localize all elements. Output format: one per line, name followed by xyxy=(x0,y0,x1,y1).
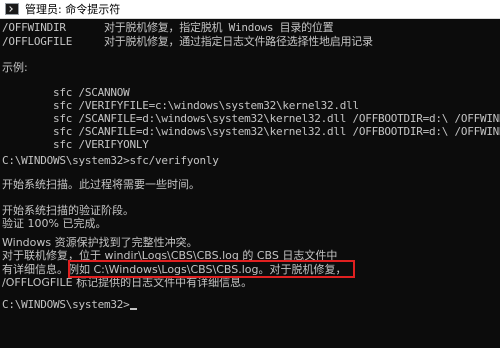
highlight-annotation xyxy=(68,260,355,278)
text-cursor xyxy=(130,308,138,310)
console-line: 开始系统扫描的验证阶段。 xyxy=(2,204,134,217)
console-line: C:\WINDOWS\system32>sfc/verifyonly xyxy=(2,154,219,167)
console-line: 示例: xyxy=(2,61,28,74)
window-title: 管理员: 命令提示符 xyxy=(25,3,121,16)
console-line: sfc /VERIFYONLY xyxy=(2,138,149,151)
console-line: Windows 资源保护找到了完整性冲突。 xyxy=(2,236,198,249)
console-line: sfc /VERIFYFILE=c:\windows\system32\kern… xyxy=(2,99,359,112)
command-prompt-line[interactable]: C:\WINDOWS\system32> xyxy=(2,298,138,312)
console-line: sfc /SCANFILE=d:\windows\system32\kernel… xyxy=(2,125,500,138)
cmd-icon xyxy=(5,3,19,15)
console-line: /OFFWINDIR 对于脱机修复，指定脱机 Windows 目录的位置 xyxy=(2,21,334,34)
command-prompt-window: 管理员: 命令提示符 /OFFWINDIR 对于脱机修复，指定脱机 Window… xyxy=(0,0,500,348)
console-line: /OFFLOGFILE 标记提供的日志文件中有详细信息。 xyxy=(2,276,253,289)
console-output[interactable]: /OFFWINDIR 对于脱机修复，指定脱机 Windows 目录的位置 /OF… xyxy=(0,20,500,348)
console-line: 开始系统扫描。此过程将需要一些时间。 xyxy=(2,178,200,191)
console-line: 验证 100% 已完成。 xyxy=(2,217,107,230)
console-line: sfc /SCANNOW xyxy=(2,86,130,99)
title-bar[interactable]: 管理员: 命令提示符 xyxy=(0,0,500,19)
console-line: /OFFLOGFILE 对于脱机修复，通过指定日志文件路径选择性地启用记录 xyxy=(2,35,373,48)
prompt-text: C:\WINDOWS\system32> xyxy=(2,298,130,311)
console-line: sfc /SCANFILE=d:\windows\system32\kernel… xyxy=(2,112,500,125)
